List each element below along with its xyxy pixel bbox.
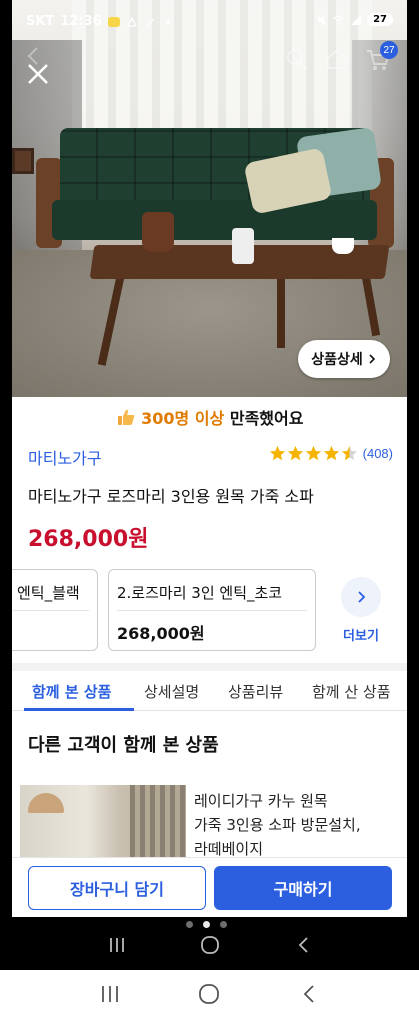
product-detail-button[interactable]: 상품상세 <box>298 340 390 378</box>
clock: 12:36 <box>60 14 102 29</box>
divider <box>117 610 307 611</box>
option-name: 엔틱_블랙 <box>17 584 80 602</box>
chevron-right-icon <box>369 354 375 364</box>
option-carousel: 엔틱_블랙 2.로즈마리 3인 엔틱_초코 268,000원 더보기 <box>12 569 407 655</box>
related-title-line: 가죽 3인용 소파 방문설치, <box>194 816 361 834</box>
page-dot <box>220 921 227 928</box>
action-bar: 장바구니 담기 구매하기 <box>12 857 407 917</box>
table-leg <box>277 276 285 348</box>
carrier-label: SKT <box>26 14 55 29</box>
related-product-image <box>20 785 186 865</box>
thumbs-up-icon <box>117 409 134 425</box>
notification-icon <box>126 16 137 27</box>
home-icon <box>327 48 347 69</box>
recents-icon <box>101 986 118 1002</box>
tab-bar: 함께 본 상품 상세설명 상품리뷰 함께 산 상품 <box>12 671 407 711</box>
wifi-icon <box>333 15 345 25</box>
rating[interactable]: (408) <box>269 445 393 462</box>
home-nav-button[interactable] <box>197 982 221 1006</box>
kettle <box>142 212 174 252</box>
option-card[interactable]: 2.로즈마리 3인 엔틱_초코 268,000원 <box>108 569 316 651</box>
related-product[interactable]: 레이디가구 카누 원목 가죽 3인용 소파 방문설치, 라떼베이지 <box>20 785 400 865</box>
close-button[interactable] <box>22 58 54 90</box>
star-full-icon <box>323 445 339 461</box>
inner-nav-bar <box>0 930 419 960</box>
back-icon <box>298 937 308 953</box>
home-circle-icon <box>200 936 219 954</box>
battery-level: 27 <box>367 13 393 26</box>
product-info: 300명 이상 만족했어요 마티노가구 (408) 마티노가구 로즈마리 3인용… <box>12 397 407 917</box>
signal-icon <box>351 14 362 25</box>
status-bar: SKT 12:36 27 <box>12 0 407 42</box>
mute-icon <box>316 14 328 25</box>
back-icon <box>303 985 314 1003</box>
option-price: 268,000원 <box>117 624 205 643</box>
option-card[interactable]: 엔틱_블랙 <box>12 569 98 651</box>
star-full-icon <box>287 445 303 461</box>
recents-button[interactable] <box>105 933 129 957</box>
page-dot-active <box>203 921 210 928</box>
chevron-right-icon <box>358 591 366 603</box>
more-label: 더보기 <box>343 629 379 644</box>
add-to-cart-button[interactable]: 장바구니 담기 <box>28 866 206 910</box>
outer-nav-bar <box>0 976 419 1012</box>
more-options-button[interactable]: 더보기 <box>338 577 384 644</box>
home-circle-icon <box>199 984 220 1004</box>
search-button[interactable] <box>284 46 310 72</box>
review-count[interactable]: (408) <box>363 446 393 461</box>
related-title-line: 레이디가구 카누 원목 <box>194 792 328 810</box>
curtain <box>130 785 186 865</box>
close-icon <box>28 64 48 84</box>
brand-rating-row: 마티노가구 (408) <box>28 445 393 469</box>
sofa-seat <box>52 200 377 240</box>
tab-bought-together[interactable]: 함께 산 상품 <box>312 681 391 702</box>
back-nav-button[interactable] <box>291 933 315 957</box>
wall-frame <box>12 148 34 174</box>
lamp <box>28 793 64 813</box>
buy-now-button[interactable]: 구매하기 <box>214 866 392 910</box>
back-nav-button[interactable] <box>297 982 321 1006</box>
satisfaction-text: 만족했어요 <box>229 409 304 428</box>
option-name: 2.로즈마리 3인 엔틱_초코 <box>117 584 283 602</box>
tab-reviews[interactable]: 상품리뷰 <box>228 681 283 702</box>
product-title: 마티노가구 로즈마리 3인용 원목 가죽 소파 <box>28 487 314 506</box>
more-circle <box>341 577 381 617</box>
product-price: 268,000원 <box>28 527 149 552</box>
dot-icon <box>165 19 170 24</box>
page-dot <box>186 921 193 928</box>
divider <box>13 610 89 611</box>
section-divider <box>12 663 407 671</box>
jar <box>232 228 254 264</box>
cart-count-badge: 27 <box>380 41 398 59</box>
page-indicator <box>186 921 227 928</box>
satisfaction-count: 300명 이상 <box>141 409 225 428</box>
star-full-icon <box>305 445 321 461</box>
star-full-icon <box>269 445 285 461</box>
tab-viewed-together[interactable]: 함께 본 상품 <box>32 681 111 702</box>
recents-icon <box>109 938 124 952</box>
star-half-icon <box>341 445 357 461</box>
product-detail-label: 상품상세 <box>311 352 363 368</box>
satisfaction-banner: 300명 이상 만족했어요 <box>12 405 407 429</box>
brand-link[interactable]: 마티노가구 <box>28 445 102 469</box>
related-product-title: 레이디가구 카누 원목 가죽 3인용 소파 방문설치, 라떼베이지 <box>194 789 394 861</box>
kakao-icon <box>107 16 120 27</box>
section-title: 다른 고객이 함께 본 상품 <box>28 735 219 756</box>
search-icon <box>287 49 308 70</box>
recents-button[interactable] <box>98 982 122 1006</box>
tab-description[interactable]: 상세설명 <box>144 681 199 702</box>
tab-underline <box>24 708 134 711</box>
cup <box>332 238 354 254</box>
pen-icon <box>145 18 154 27</box>
home-nav-button[interactable] <box>198 933 222 957</box>
home-button[interactable] <box>324 46 350 72</box>
